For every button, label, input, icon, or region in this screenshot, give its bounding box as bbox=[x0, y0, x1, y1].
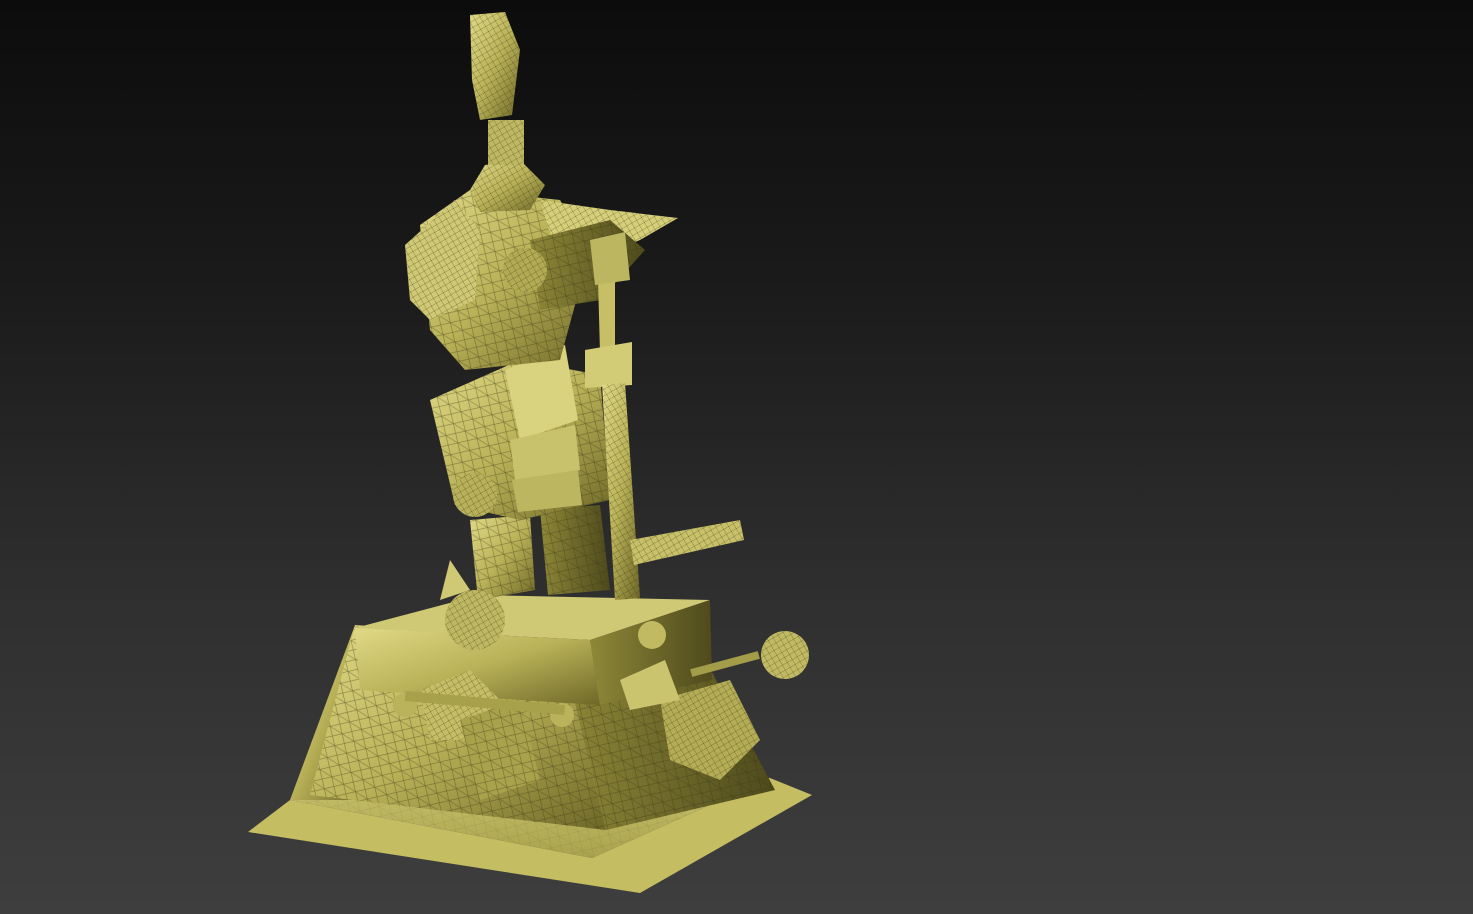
warrior-figure bbox=[405, 12, 678, 600]
3d-viewport[interactable] bbox=[0, 0, 1473, 914]
greatsword bbox=[585, 232, 744, 600]
sculpture-model[interactable] bbox=[0, 0, 1473, 914]
